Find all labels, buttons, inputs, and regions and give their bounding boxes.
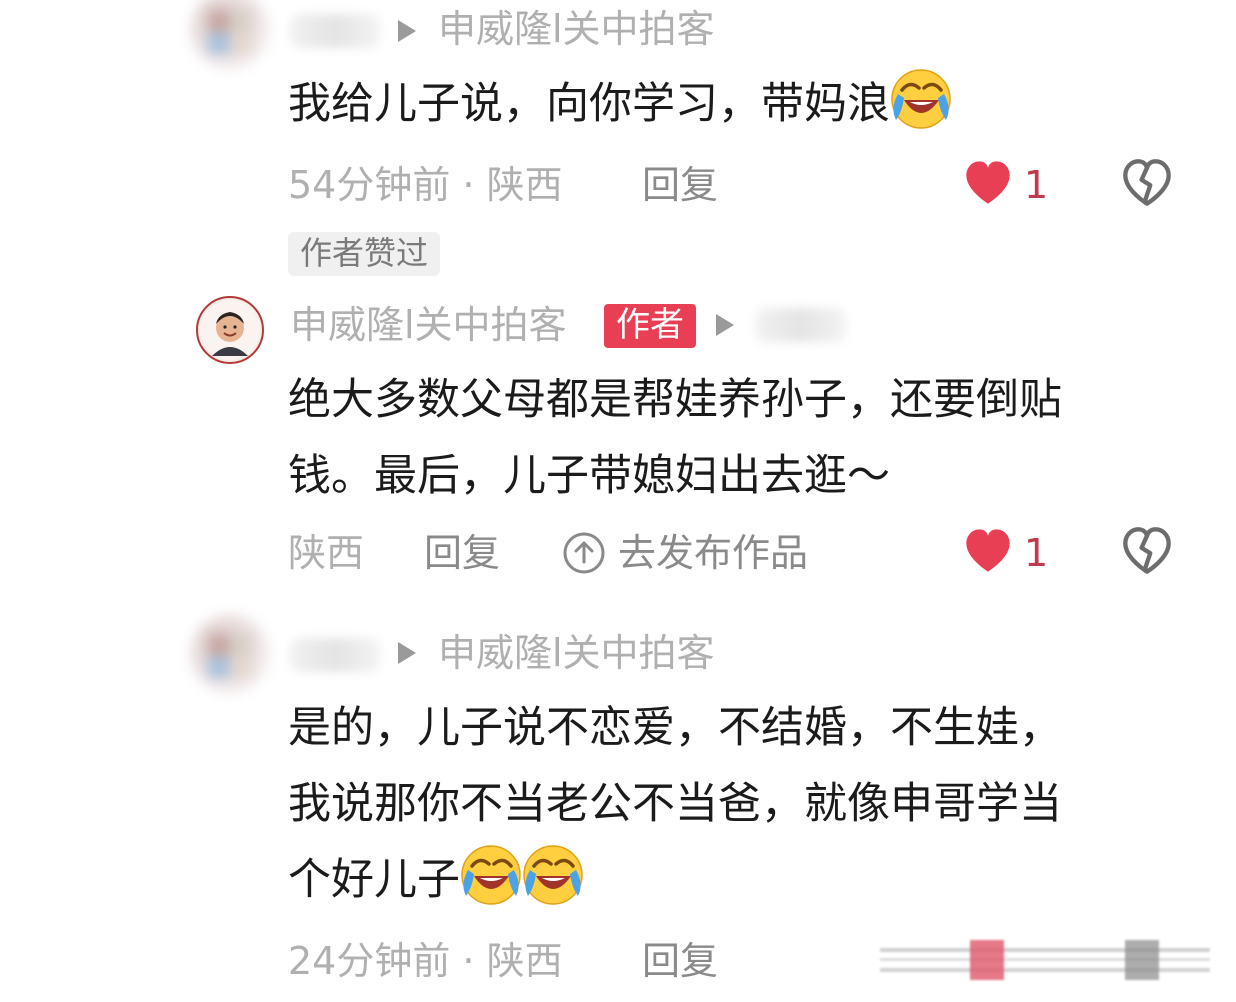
grinning-squinting-face-emoji-icon <box>522 844 584 906</box>
comment-location: 陕西 <box>288 531 365 575</box>
reply-arrow-icon <box>398 20 416 42</box>
reply-button[interactable]: 回复 <box>424 534 500 572</box>
author-name[interactable]: 申威隆l关中拍客 <box>290 306 567 344</box>
comment-text-line: 是的，儿子说不恋爱，不结婚，不生娃， <box>288 703 1062 753</box>
author-avatar[interactable] <box>196 296 264 364</box>
reply-button[interactable]: 回复 <box>642 942 718 980</box>
username-blurred[interactable] <box>290 14 380 48</box>
grinning-squinting-face-emoji-icon <box>890 68 952 130</box>
like-heart-icon[interactable] <box>962 158 1014 208</box>
watermark-overlay <box>880 940 1210 980</box>
author-portrait-icon <box>200 300 260 360</box>
author-liked-tag: 作者赞过 <box>288 232 441 276</box>
upload-arrow-icon[interactable] <box>562 531 606 575</box>
reply-target-name[interactable]: 申威隆l关中拍客 <box>438 634 715 672</box>
comment-time-location: 24分钟前 · 陕西 <box>288 939 563 983</box>
comment-text-line: 钱。最后，儿子带媳妇出去逛～ <box>288 451 890 501</box>
like-count: 1 <box>1024 163 1049 207</box>
comment-time-location: 54分钟前 · 陕西 <box>288 163 563 207</box>
like-heart-icon[interactable] <box>962 526 1014 576</box>
comment-text: 我给儿子说，向你学习，带妈浪 <box>288 66 952 142</box>
dislike-broken-heart-icon[interactable] <box>1121 526 1173 576</box>
reply-target-name[interactable]: 申威隆l关中拍客 <box>438 10 715 48</box>
avatar[interactable] <box>190 614 270 694</box>
comment-text-line: 个好儿子 <box>288 842 584 918</box>
reply-target-blurred[interactable] <box>756 308 846 342</box>
avatar[interactable] <box>190 0 270 70</box>
dislike-broken-heart-icon[interactable] <box>1121 158 1173 208</box>
publish-work-button[interactable]: 去发布作品 <box>618 534 808 572</box>
username-blurred[interactable] <box>290 638 380 672</box>
reply-button[interactable]: 回复 <box>642 166 718 204</box>
reply-arrow-icon <box>716 314 734 336</box>
reply-arrow-icon <box>398 642 416 664</box>
comment-text-content: 个好儿子 <box>288 855 460 905</box>
comment-text-line: 绝大多数父母都是帮娃养孙子，还要倒贴 <box>288 375 1062 425</box>
comment-text-content: 我给儿子说，向你学习，带妈浪 <box>288 79 890 129</box>
grinning-squinting-face-emoji-icon <box>460 844 522 906</box>
comment-text-line: 我说那你不当老公不当爸，就像申哥学当 <box>288 779 1062 829</box>
like-count: 1 <box>1024 531 1049 575</box>
author-badge: 作者 <box>604 304 696 348</box>
